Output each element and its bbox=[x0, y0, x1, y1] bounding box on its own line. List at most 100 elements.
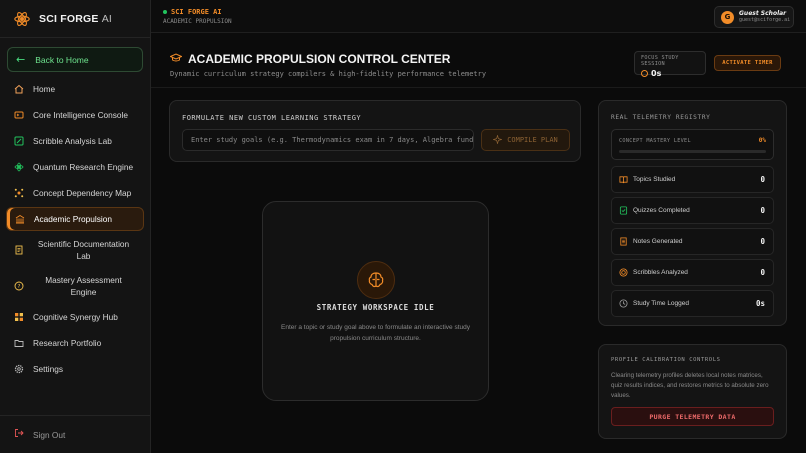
question-icon: ? bbox=[14, 281, 24, 291]
workspace-description: Enter a topic or study goal above to for… bbox=[281, 324, 470, 342]
profile-calibration-panel: PROFILE CALIBRATION CONTROLS Clearing te… bbox=[598, 344, 787, 439]
home-icon bbox=[14, 84, 24, 94]
sidebar-item-label: Settings bbox=[33, 364, 63, 374]
page-title: ACADEMIC PROPULSION CONTROL CENTER bbox=[169, 52, 486, 66]
sidebar-item-concept-dependency-map[interactable]: Concept Dependency Map bbox=[6, 181, 144, 205]
brain-icon bbox=[357, 261, 395, 299]
mastery-progress-bar bbox=[619, 150, 766, 153]
console-icon bbox=[14, 110, 24, 120]
stat-label: Scribbles Analyzed bbox=[633, 269, 688, 276]
page-subtitle: Dynamic curriculum strategy compilers & … bbox=[170, 70, 487, 78]
sidebar-item-mastery-assessment-engine[interactable]: ? Mastery Assessment Engine bbox=[6, 269, 144, 303]
header-divider bbox=[151, 87, 806, 88]
stat-label: Study Time Logged bbox=[633, 300, 690, 307]
calibration-title: PROFILE CALIBRATION CONTROLS bbox=[611, 357, 721, 363]
sparkle-icon bbox=[492, 133, 504, 146]
avatar: G bbox=[721, 10, 734, 24]
arrow-left-icon: ← bbox=[16, 53, 26, 66]
purge-telemetry-button[interactable]: PURGE TELEMETRY DATA bbox=[611, 407, 774, 426]
mastery-level-meter: CONCEPT MASTERY LEVEL 0% bbox=[611, 129, 774, 160]
sidebar-item-label: Core Intelligence Console bbox=[33, 110, 129, 120]
note-icon bbox=[619, 237, 628, 246]
sidebar-item-label: Academic Propulsion bbox=[34, 214, 112, 224]
activate-timer-button[interactable]: ACTIVATE TIMER bbox=[714, 55, 781, 71]
stat-label: Quizzes Completed bbox=[633, 207, 690, 214]
sidebar-item-label: Mastery Assessment Engine bbox=[45, 275, 122, 297]
mastery-label: CONCEPT MASTERY LEVEL bbox=[619, 138, 691, 144]
workspace-title: STRATEGY WORKSPACE IDLE bbox=[316, 303, 435, 312]
atom-logo-icon bbox=[14, 12, 30, 26]
sidebar-item-label: Concept Dependency Map bbox=[33, 188, 132, 198]
app-title: SCI FORGE AI bbox=[163, 8, 222, 16]
sidebar-item-label: Home bbox=[33, 84, 56, 94]
focus-session-value: 0s bbox=[641, 69, 699, 78]
brand[interactable]: SCI FORGE AI bbox=[13, 9, 112, 29]
user-email: guest@sciforge.ai bbox=[739, 17, 791, 23]
focus-session-display: FOCUS STUDY SESSION 0s bbox=[634, 51, 706, 78]
gear-icon bbox=[14, 364, 24, 374]
sidebar-item-home[interactable]: Home bbox=[6, 77, 144, 101]
compile-plan-label: COMPILE PLAN bbox=[507, 136, 558, 144]
calibration-description: Clearing telemetry profiles deletes loca… bbox=[611, 372, 769, 399]
telemetry-registry-panel: REAL TELEMETRY REGISTRY CONCEPT MASTERY … bbox=[598, 100, 787, 326]
user-profile-chip[interactable]: G Guest Scholar guest@sciforge.ai bbox=[714, 6, 794, 28]
graduation-cap-icon bbox=[169, 52, 183, 66]
app-root: SCI FORGE AI ← Back to Home Home Core In… bbox=[0, 0, 806, 453]
sidebar-divider bbox=[0, 37, 150, 38]
sidebar-item-cognitive-synergy-hub[interactable]: Cognitive Synergy Hub bbox=[6, 305, 144, 329]
sidebar-item-scientific-documentation-lab[interactable]: Scientific Documentation Lab bbox=[6, 233, 144, 267]
scribble-icon bbox=[14, 136, 24, 146]
stat-quizzes-completed: Quizzes Completed 0 bbox=[611, 197, 774, 224]
top-bar: SCI FORGE AI ACADEMIC PROPULSION G Guest… bbox=[151, 0, 806, 33]
sidebar-item-academic-propulsion[interactable]: Academic Propulsion bbox=[6, 207, 144, 231]
section-breadcrumb: ACADEMIC PROPULSION bbox=[163, 18, 232, 25]
stat-notes-generated: Notes Generated 0 bbox=[611, 228, 774, 255]
sign-out-label: Sign Out bbox=[33, 429, 66, 440]
stat-value: 0s bbox=[755, 299, 765, 308]
study-goal-input[interactable] bbox=[182, 129, 474, 151]
sidebar-item-label: Scientific Documentation Lab bbox=[37, 239, 130, 261]
user-info: Guest Scholar guest@sciforge.ai bbox=[739, 10, 790, 24]
stat-value: 0 bbox=[760, 206, 765, 215]
user-name: Guest Scholar bbox=[739, 10, 787, 17]
sidebar-item-research-portfolio[interactable]: Research Portfolio bbox=[6, 331, 144, 355]
sidebar-nav: Home Core Intelligence Console Scribble … bbox=[6, 77, 144, 383]
focus-session-label: FOCUS STUDY SESSION bbox=[641, 55, 679, 67]
back-to-home-button[interactable]: ← Back to Home bbox=[7, 47, 143, 72]
stat-label: Notes Generated bbox=[633, 238, 683, 245]
sidebar-item-scribble-analysis-lab[interactable]: Scribble Analysis Lab bbox=[6, 129, 144, 153]
stat-value: 0 bbox=[760, 268, 765, 277]
book-icon bbox=[619, 175, 628, 184]
page-header: ACADEMIC PROPULSION CONTROL CENTER Dynam… bbox=[169, 52, 487, 78]
bookmark-icon bbox=[619, 206, 628, 215]
back-to-home-label: Back to Home bbox=[35, 54, 89, 65]
stat-scribbles-analyzed: Scribbles Analyzed 0 bbox=[611, 259, 774, 286]
sidebar-footer-divider bbox=[0, 415, 150, 416]
sidebar-item-label: Cognitive Synergy Hub bbox=[33, 312, 118, 322]
sidebar-item-label: Research Portfolio bbox=[33, 338, 102, 348]
grid-icon bbox=[14, 312, 24, 322]
mastery-value: 0% bbox=[758, 137, 766, 144]
stat-value: 0 bbox=[760, 237, 765, 246]
stat-value: 0 bbox=[760, 175, 765, 184]
network-icon bbox=[14, 188, 24, 198]
sidebar-item-quantum-research-engine[interactable]: Quantum Research Engine bbox=[6, 155, 144, 179]
document-icon bbox=[14, 245, 24, 255]
svg-text:?: ? bbox=[18, 284, 21, 290]
target-icon bbox=[619, 268, 628, 277]
sidebar: SCI FORGE AI ← Back to Home Home Core In… bbox=[0, 0, 151, 453]
brand-name: SCI FORGE AI bbox=[39, 13, 113, 25]
sidebar-item-core-intelligence-console[interactable]: Core Intelligence Console bbox=[6, 103, 144, 127]
clock-icon bbox=[641, 70, 648, 77]
sidebar-item-label: Scribble Analysis Lab bbox=[33, 136, 112, 146]
status-dot-icon bbox=[163, 10, 167, 14]
telemetry-title: REAL TELEMETRY REGISTRY bbox=[611, 114, 711, 121]
stat-topics-studied: Topics Studied 0 bbox=[611, 166, 774, 193]
sidebar-item-settings[interactable]: Settings bbox=[6, 357, 144, 381]
sign-out-button[interactable]: Sign Out bbox=[14, 428, 65, 441]
strategy-workspace: STRATEGY WORKSPACE IDLE Enter a topic or… bbox=[262, 201, 489, 401]
clock-icon bbox=[619, 299, 628, 308]
strategy-label: FORMULATE NEW CUSTOM LEARNING STRATEGY bbox=[182, 114, 362, 122]
sign-out-icon bbox=[14, 428, 24, 441]
compile-plan-button[interactable]: COMPILE PLAN bbox=[481, 129, 570, 151]
